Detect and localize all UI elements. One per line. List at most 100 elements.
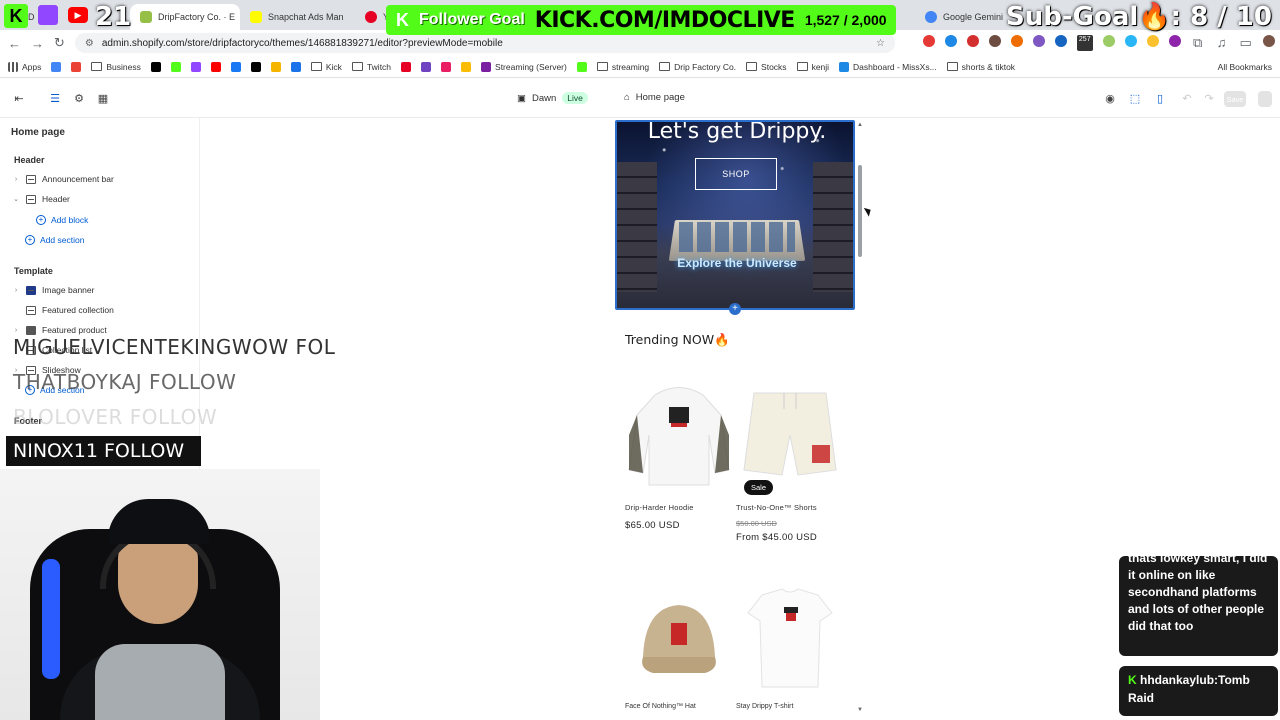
profile-avatar-icon[interactable] xyxy=(1262,35,1275,47)
exit-icon[interactable]: ⇤ xyxy=(12,92,26,106)
save-button[interactable]: Save xyxy=(1224,91,1246,107)
bookmark-icon[interactable] xyxy=(190,61,201,72)
product-card[interactable]: Face Of Nothing™ Hat xyxy=(625,577,733,710)
address-bar[interactable]: ⚙ admin.shopify.com/store/dripfactoryco/… xyxy=(74,33,895,53)
banner-tagline: Explore the Universe xyxy=(677,256,797,270)
section-header[interactable]: ⌄ Header xyxy=(12,194,70,204)
bookmark-streaming[interactable]: streaming xyxy=(596,62,649,72)
bookmark-business[interactable]: Business xyxy=(91,62,141,72)
bookmark-icon[interactable] xyxy=(250,61,261,72)
extension-icon[interactable] xyxy=(1010,35,1023,47)
bookmark-icon[interactable] xyxy=(230,61,241,72)
bookmark-shorts-tiktok[interactable]: shorts & tiktok xyxy=(946,62,1015,72)
bookmark-icon[interactable] xyxy=(71,61,82,72)
browser-tab-active[interactable]: DripFactory Co. · E ✕ xyxy=(130,4,240,30)
bookmark-icon[interactable] xyxy=(401,61,412,72)
product-card[interactable]: Stay Drippy T-shirt xyxy=(736,577,844,710)
extension-badge[interactable]: 257 xyxy=(1076,35,1093,51)
bookmark-icon[interactable] xyxy=(170,61,181,72)
extensions-puzzle-icon[interactable]: ⧉ xyxy=(1191,35,1205,51)
inspector-icon[interactable]: ◉ xyxy=(1103,92,1117,106)
section-featured-collection[interactable]: Featured collection xyxy=(12,305,114,315)
sections-icon[interactable]: ☰ xyxy=(48,92,62,106)
webcam-feed xyxy=(0,469,320,720)
extension-icon[interactable] xyxy=(1168,35,1181,47)
add-section-plus-icon[interactable]: + xyxy=(729,303,741,315)
media-icon[interactable]: ♫ xyxy=(1215,35,1229,51)
product-image[interactable]: Sale xyxy=(736,375,844,495)
bookmark-streaming-server-[interactable]: Streaming (Server) xyxy=(481,61,567,72)
bookmark-stocks[interactable]: Stocks xyxy=(746,62,787,72)
bookmark-icon[interactable] xyxy=(150,61,161,72)
mobile-preview-icon[interactable]: ▯ xyxy=(1153,92,1167,106)
extension-icon[interactable] xyxy=(1146,35,1159,47)
bookmark-icon[interactable] xyxy=(461,61,472,72)
image-banner[interactable]: Let's get Drippy. SHOP Explore the Unive… xyxy=(615,120,855,310)
product-name[interactable]: Stay Drippy T-shirt xyxy=(736,703,844,710)
save-options-button[interactable] xyxy=(1258,91,1272,107)
select-tool-icon[interactable]: ⬚ xyxy=(1128,92,1142,106)
product-name[interactable]: Face Of Nothing™ Hat xyxy=(625,703,733,710)
add-section-button[interactable]: + Add section xyxy=(25,235,84,245)
bookmark-kick[interactable]: Kick xyxy=(310,62,342,72)
back-icon[interactable]: ← xyxy=(8,36,21,51)
extension-icon[interactable] xyxy=(1124,35,1137,47)
chevron-right-icon[interactable]: › xyxy=(12,176,20,183)
bookmark-kenji[interactable]: kenji xyxy=(796,62,829,72)
product-card[interactable]: Sale Trust-No-One™ Shorts $50.00 USD Fro… xyxy=(736,375,844,543)
chevron-right-icon[interactable]: › xyxy=(12,287,20,294)
all-bookmarks-button[interactable]: All Bookmarks xyxy=(1214,62,1272,72)
extension-icon[interactable] xyxy=(966,35,979,47)
section-image-banner[interactable]: › Image banner xyxy=(12,285,95,295)
bookmark-dashboard-missxs-[interactable]: Dashboard - MissXs... xyxy=(839,61,937,72)
site-favicon-icon xyxy=(576,61,587,72)
bookmark-star-icon[interactable]: ☆ xyxy=(876,38,885,49)
extension-icon[interactable] xyxy=(1032,35,1045,47)
scroll-up-arrow-icon[interactable]: ▲ xyxy=(856,122,864,128)
bookmark-icon[interactable] xyxy=(290,61,301,72)
site-info-icon[interactable]: ⚙ xyxy=(85,38,94,49)
reload-icon[interactable]: ↻ xyxy=(54,35,65,51)
extension-icon[interactable] xyxy=(1102,35,1115,47)
bookmark-apps[interactable]: Apps xyxy=(8,61,41,72)
product-image[interactable] xyxy=(736,577,844,695)
bookmark-twitch[interactable]: Twitch xyxy=(351,62,391,72)
preview-scrollbar[interactable]: ▲ ▼ xyxy=(856,122,864,713)
product-name[interactable]: Trust-No-One™ Shorts xyxy=(736,503,844,512)
bookmark-icon[interactable] xyxy=(576,61,587,72)
product-name[interactable]: Drip-Harder Hoodie xyxy=(625,503,733,512)
extension-icon[interactable] xyxy=(988,35,1001,47)
bookmark-icon[interactable] xyxy=(51,61,62,72)
undo-icon[interactable]: ↶ xyxy=(1180,92,1194,106)
page-selector[interactable]: ⌂ Home page xyxy=(624,92,685,103)
browser-tab[interactable]: Google Gemini ✕ xyxy=(915,4,1015,30)
section-announcement-bar[interactable]: › Announcement bar xyxy=(12,174,114,184)
product-image[interactable] xyxy=(625,577,733,695)
extension-icon[interactable] xyxy=(922,35,935,47)
extension-icon[interactable] xyxy=(944,35,957,47)
bookmark-icon[interactable] xyxy=(441,61,452,72)
theme-selector[interactable]: ▣ Dawn Live xyxy=(517,92,588,104)
forward-icon[interactable]: → xyxy=(31,36,44,51)
url-text: admin.shopify.com/store/dripfactoryco/th… xyxy=(101,37,503,49)
scrollbar-thumb[interactable] xyxy=(858,165,862,257)
browser-tab[interactable]: Snapchat Ads Man ✕ xyxy=(240,4,355,30)
bookmark-icon[interactable] xyxy=(421,61,432,72)
product-card[interactable]: Drip-Harder Hoodie $65.00 USD xyxy=(625,375,733,531)
theme-settings-icon[interactable]: ⚙ xyxy=(72,92,86,106)
bookmark-icon[interactable] xyxy=(270,61,281,72)
shop-button[interactable]: SHOP xyxy=(695,158,777,190)
extension-icon[interactable] xyxy=(1054,35,1067,47)
bookmark-drip-factory-co-[interactable]: Drip Factory Co. xyxy=(659,62,736,72)
bookmark-icon[interactable] xyxy=(210,61,221,72)
section-featured-product[interactable]: › Featured product xyxy=(12,325,107,335)
chevron-right-icon[interactable]: › xyxy=(12,327,20,334)
scroll-down-arrow-icon[interactable]: ▼ xyxy=(856,707,864,713)
add-block-button[interactable]: + Add block xyxy=(36,215,88,225)
redo-icon[interactable]: ↷ xyxy=(1202,92,1216,106)
side-panel-icon[interactable]: ▭ xyxy=(1239,35,1253,51)
apps-icon[interactable]: ▦ xyxy=(96,92,110,106)
product-image[interactable] xyxy=(625,375,733,493)
site-favicon-icon xyxy=(71,61,82,72)
chevron-down-icon[interactable]: ⌄ xyxy=(12,195,20,203)
